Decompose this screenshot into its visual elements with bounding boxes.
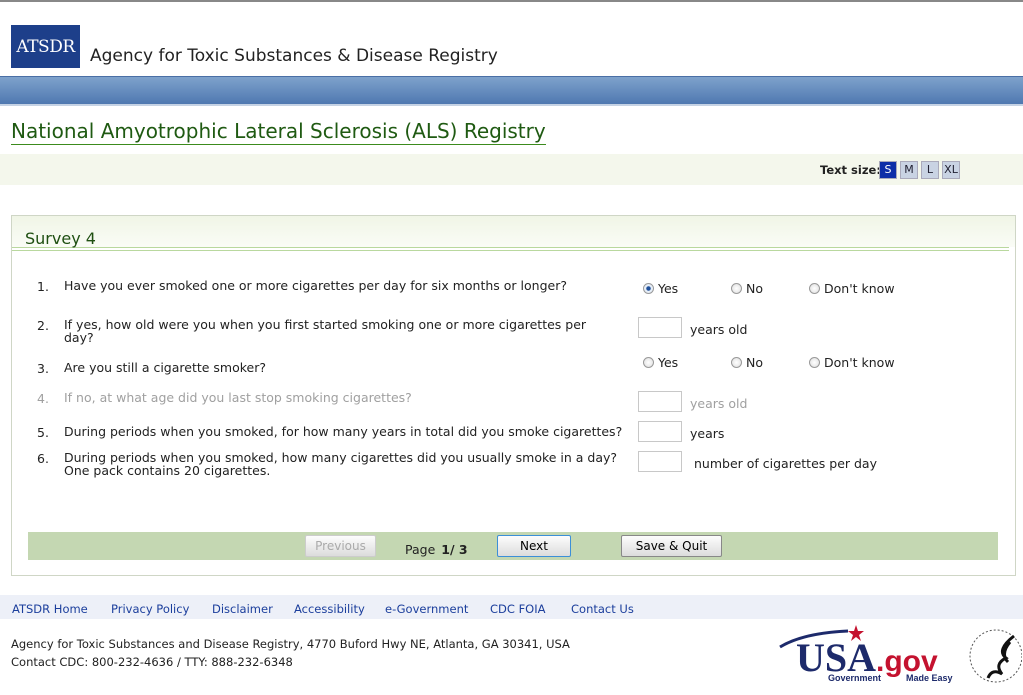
survey-header <box>12 216 1015 247</box>
question-number: 2. <box>37 318 49 333</box>
divider <box>12 247 1009 251</box>
footer-link-contact-us[interactable]: Contact Us <box>571 602 634 616</box>
text-size-label: Text size: <box>820 163 881 177</box>
unit-label: years old <box>690 396 748 411</box>
radio-label: Don't know <box>824 281 895 296</box>
agency-name: Agency for Toxic Substances & Disease Re… <box>90 46 498 66</box>
question-text: If yes, how old were you when you first … <box>64 317 587 345</box>
question-number: 5. <box>37 425 49 440</box>
q5-years-input[interactable] <box>638 421 682 442</box>
unit-label: years old <box>690 322 748 337</box>
unit-label: years <box>690 426 725 441</box>
radio-icon[interactable] <box>643 357 654 368</box>
usagov-logo[interactable]: USA .gov Government Made Easy <box>778 625 963 683</box>
radio-label: Don't know <box>824 355 895 370</box>
save-quit-button[interactable]: Save & Quit <box>621 535 722 557</box>
text-size-s-button[interactable]: S <box>879 161 897 179</box>
atsdr-logo[interactable]: ATSDR <box>11 25 80 68</box>
footer-link-cdc-foia[interactable]: CDC FOIA <box>490 602 546 616</box>
radio-label: No <box>746 281 763 296</box>
radio-icon[interactable] <box>731 283 742 294</box>
unit-label: number of cigarettes per day <box>694 456 877 471</box>
radio-label: Yes <box>658 281 679 296</box>
radio-icon[interactable] <box>643 283 654 294</box>
q1-yes-radio[interactable]: Yes <box>643 281 678 296</box>
header-bar <box>0 76 1023 106</box>
q4-age-input[interactable] <box>638 391 682 412</box>
question-text: If no, at what age did you last stop smo… <box>64 390 412 405</box>
footer-link-accessibility[interactable]: Accessibility <box>294 602 365 616</box>
next-button[interactable]: Next <box>497 535 571 557</box>
radio-label: No <box>746 355 763 370</box>
question-text: During periods when you smoked, for how … <box>64 424 623 439</box>
question-number: 4. <box>37 391 49 406</box>
question-text: Are you still a cigarette smoker? <box>64 360 267 375</box>
question-number: 3. <box>37 361 49 376</box>
q3-dont-know-radio[interactable]: Don't know <box>809 355 895 370</box>
radio-label: Yes <box>658 355 679 370</box>
radio-icon[interactable] <box>731 357 742 368</box>
page-indicator: Page 1/ 3 <box>405 542 468 557</box>
text-size-xl-button[interactable]: XL <box>942 161 960 179</box>
previous-button[interactable]: Previous <box>305 535 376 557</box>
q2-age-input[interactable] <box>638 317 682 338</box>
text-size-m-button[interactable]: M <box>900 161 918 179</box>
footer-contact: Contact CDC: 800-232-4636 / TTY: 888-232… <box>11 655 293 669</box>
q3-yes-radio[interactable]: Yes <box>643 355 678 370</box>
q6-cigarettes-input[interactable] <box>638 451 682 472</box>
text-size-l-button[interactable]: L <box>921 161 939 179</box>
q1-no-radio[interactable]: No <box>731 281 763 296</box>
hhs-seal-icon <box>969 629 1022 683</box>
question-text: During periods when you smoked, how many… <box>64 450 618 478</box>
footer-link-e-government[interactable]: e-Government <box>385 602 468 616</box>
footer-link-atsdr-home[interactable]: ATSDR Home <box>12 602 88 616</box>
tagline-made-easy: Made Easy <box>906 673 953 683</box>
q3-no-radio[interactable]: No <box>731 355 763 370</box>
footer-link-disclaimer[interactable]: Disclaimer <box>212 602 273 616</box>
question-number: 6. <box>37 451 49 466</box>
survey-title: Survey 4 <box>25 229 96 248</box>
q1-dont-know-radio[interactable]: Don't know <box>809 281 895 296</box>
page-title: National Amyotrophic Lateral Sclerosis (… <box>11 119 546 145</box>
question-number: 1. <box>37 279 49 294</box>
radio-icon[interactable] <box>809 357 820 368</box>
footer-link-privacy-policy[interactable]: Privacy Policy <box>111 602 189 616</box>
radio-icon[interactable] <box>809 283 820 294</box>
tagline-government: Government <box>828 673 881 683</box>
page-label: Page <box>405 542 436 557</box>
footer-address: Agency for Toxic Substances and Disease … <box>11 637 570 651</box>
page-number: 1/ 3 <box>441 542 468 557</box>
question-text: Have you ever smoked one or more cigaret… <box>64 278 567 293</box>
